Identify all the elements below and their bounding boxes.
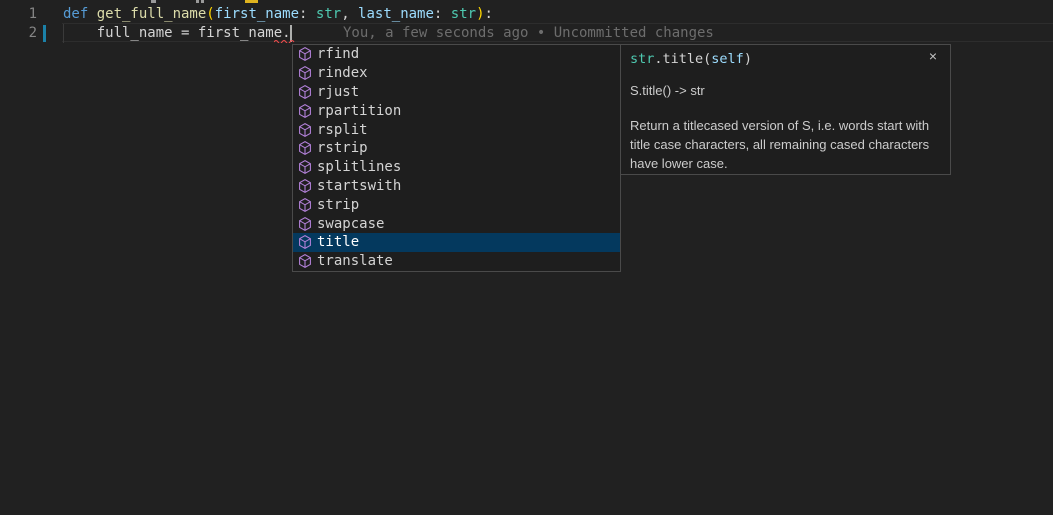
suggest-docs-panel: str.title(self) × S.title() -> str Retur… [620, 44, 951, 175]
clipped-glyph-fragment [245, 0, 258, 3]
close-icon[interactable]: × [924, 47, 942, 65]
suggest-item-label: splitlines [317, 158, 401, 176]
suggest-item-rpartition[interactable]: rpartition [293, 101, 620, 120]
suggest-item-label: rstrip [317, 139, 368, 157]
symbol-method-icon [297, 197, 313, 213]
suggest-item-translate[interactable]: translate [293, 252, 620, 271]
suggest-item-rjust[interactable]: rjust [293, 83, 620, 102]
suggest-item-label: rjust [317, 83, 359, 101]
symbol-method-icon [297, 122, 313, 138]
suggest-item-title[interactable]: title [293, 233, 620, 252]
suggest-item-label: title [317, 233, 359, 251]
docs-subtitle: S.title() -> str [630, 83, 705, 98]
code-token: ( [206, 6, 214, 22]
suggest-item-label: rfind [317, 45, 359, 63]
suggest-item-label: rsplit [317, 121, 368, 139]
suggest-item-strip[interactable]: strip [293, 195, 620, 214]
code-line-1[interactable]: def get_full_name(first_name: str, last_… [63, 5, 493, 24]
line-number-1[interactable]: 1 [0, 5, 37, 24]
suggest-item-startswith[interactable]: startswith [293, 177, 620, 196]
code-token: def [63, 6, 97, 22]
docs-signature: str.title(self) [630, 50, 752, 69]
symbol-method-icon [297, 140, 313, 156]
code-token: str [630, 51, 654, 67]
code-token: last_name [358, 6, 434, 22]
suggest-item-label: startswith [317, 177, 401, 195]
code-token: : [434, 6, 451, 22]
suggest-item-label: strip [317, 196, 359, 214]
code-token: str [316, 6, 341, 22]
suggest-item-rfind[interactable]: rfind [293, 45, 620, 64]
symbol-method-icon [297, 253, 313, 269]
code-token: : [299, 6, 316, 22]
code-token: : [485, 6, 493, 22]
suggest-item-rsplit[interactable]: rsplit [293, 120, 620, 139]
code-line-2[interactable]: full_name = first_name. [63, 24, 291, 43]
code-token: full_name = first_name. [63, 25, 291, 41]
symbol-method-icon [297, 159, 313, 175]
git-blame-annotation: You, a few seconds ago • Uncommitted cha… [343, 24, 714, 43]
suggest-item-rindex[interactable]: rindex [293, 64, 620, 83]
suggest-item-label: translate [317, 252, 393, 270]
suggest-item-label: rpartition [317, 102, 401, 120]
suggest-widget: rfindrindexrjustrpartitionrsplitrstripsp… [292, 44, 621, 272]
symbol-method-icon [297, 84, 313, 100]
suggest-item-label: swapcase [317, 215, 384, 233]
clipped-glyph-fragment [196, 0, 199, 3]
symbol-method-icon [297, 216, 313, 232]
symbol-method-icon [297, 178, 313, 194]
clipped-glyph-fragment [151, 0, 156, 3]
error-squiggle [274, 39, 296, 43]
clipped-glyph-fragment [201, 0, 204, 3]
suggest-item-rstrip[interactable]: rstrip [293, 139, 620, 158]
symbol-method-icon [297, 46, 313, 62]
code-token: , [341, 6, 358, 22]
suggest-item-splitlines[interactable]: splitlines [293, 158, 620, 177]
code-token: ) [476, 6, 484, 22]
code-token: get_full_name [97, 6, 207, 22]
code-token: first_name [215, 6, 299, 22]
code-token: str [451, 6, 476, 22]
code-token: ) [744, 51, 752, 67]
docs-description: Return a titlecased version of S, i.e. w… [630, 116, 935, 173]
git-modified-indicator [43, 25, 46, 42]
code-editor[interactable]: { "palette": { "editor_bg": "#212121", "… [0, 0, 1053, 515]
suggest-item-swapcase[interactable]: swapcase [293, 214, 620, 233]
code-token: self [711, 51, 744, 67]
symbol-method-icon [297, 65, 313, 81]
code-token: .title( [654, 51, 711, 67]
symbol-method-icon [297, 103, 313, 119]
symbol-method-icon [297, 234, 313, 250]
suggest-item-label: rindex [317, 64, 368, 82]
line-number-2[interactable]: 2 [0, 24, 37, 43]
